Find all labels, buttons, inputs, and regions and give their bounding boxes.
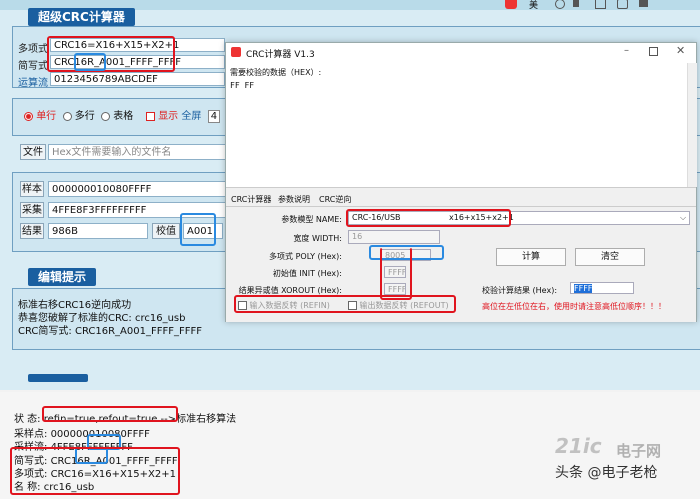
sample-button[interactable]: 样本 — [20, 181, 44, 197]
sample-field[interactable]: 000000010080FFFF — [48, 181, 226, 197]
fullscreen-label[interactable]: 全屏 — [181, 111, 201, 122]
skin-icon[interactable] — [617, 0, 628, 9]
grid-icon[interactable] — [639, 0, 648, 7]
crc-calculator-window: CRC计算器 V1.3 – ✕ 需要校验的数据（HEX）: FF FF CRC计… — [225, 42, 697, 322]
tab-calculator[interactable]: CRC计算器 — [231, 194, 271, 205]
input-scrollbar[interactable] — [687, 63, 697, 187]
close-icon[interactable]: ✕ — [676, 44, 685, 57]
radio-single[interactable] — [24, 111, 33, 121]
model-label: 参数模型 NAME: — [281, 215, 342, 224]
width-value: 16 — [352, 232, 363, 241]
window-app-icon — [231, 47, 241, 57]
output-area: 状 态: refin=true,refout=true -->标准右移算法 采样… — [0, 392, 700, 499]
stream-label: 运算流 — [18, 78, 48, 89]
mode-radios: 单行 多行 表格 显示 全屏 4 — [24, 107, 221, 123]
section-title-hint: 编辑提示 — [28, 268, 97, 286]
init-label: 初始值 INIT (Hex): — [272, 269, 342, 278]
status-key: 状 态: — [14, 414, 41, 425]
hint-line-3: CRC简写式: CRC16R_A001_FFFF_FFFF — [18, 326, 202, 337]
radio-table[interactable] — [101, 111, 111, 121]
clear-button[interactable]: 清空 — [575, 248, 645, 266]
chevron-down-icon: ⌵ — [680, 213, 687, 222]
result-hex-value: FFFF — [574, 284, 593, 293]
tray-label: 美 — [529, 1, 539, 11]
watermark-text: 头条 @电子老枪 — [555, 465, 658, 481]
result-button[interactable]: 结果 — [20, 223, 44, 239]
highlight-poly-box — [47, 36, 175, 72]
keyboard-icon[interactable] — [595, 0, 606, 9]
radio-multi[interactable] — [62, 111, 72, 121]
app-logo-icon — [505, 0, 517, 9]
collect-button[interactable]: 采集 — [20, 202, 44, 218]
highlight-output-box — [10, 447, 180, 495]
mode-multi-label: 多行 — [74, 111, 95, 122]
poly-hex-label: 多项式 POLY (Hex): — [269, 252, 342, 261]
highlight-init-xor-box — [380, 247, 412, 300]
bit-order-warning: 高位在左低位在右，使用时请注意高低位顺序！！！ — [482, 302, 666, 311]
file-button[interactable]: 文件 — [20, 144, 46, 160]
bg-bottom-strip — [0, 372, 700, 390]
window-titlebar[interactable]: CRC计算器 V1.3 – ✕ — [226, 43, 696, 63]
minimize-icon[interactable]: – — [624, 45, 629, 56]
width-select[interactable]: 16 — [348, 230, 440, 244]
maximize-icon[interactable] — [649, 47, 658, 56]
calculator-panel: CRC计算器 参数说明 CRC逆向 参数模型 NAME: CRC-16/USB … — [226, 187, 696, 322]
result-hex-label: 校验计算结果 (Hex): — [482, 286, 558, 295]
input-data-label: 需要校验的数据（HEX）: — [230, 68, 322, 77]
calculate-button[interactable]: 计算 — [496, 248, 566, 266]
short-form-label: 简写式 — [18, 61, 48, 72]
window-title: CRC计算器 V1.3 — [246, 50, 315, 60]
tray-icons: 美 — [505, 0, 700, 11]
result-field[interactable]: 986B — [48, 223, 148, 239]
tab-reverse[interactable]: CRC逆向 — [319, 194, 351, 205]
extra-box[interactable]: 4 — [207, 110, 221, 123]
show-label: 显示 — [158, 111, 179, 122]
poly-label: 多项式 — [18, 44, 48, 55]
mode-single-label: 单行 — [36, 111, 57, 122]
highlight-short-form-box — [74, 53, 106, 71]
highlight-model-box — [346, 209, 511, 227]
highlight-check-box — [180, 213, 216, 246]
watermark-logo: 21ic — [555, 434, 602, 458]
mic-icon[interactable] — [573, 0, 579, 7]
input-data-text[interactable]: FF FF — [230, 81, 254, 90]
file-field[interactable]: Hex文件需要输入的文件名 — [48, 144, 226, 160]
result-hex-field[interactable]: FFFF — [570, 282, 634, 294]
section-title-calculator: 超级CRC计算器 — [28, 8, 135, 26]
mode-table-label: 表格 — [113, 111, 134, 122]
watermark-logo-2: 电子网 — [616, 442, 662, 460]
tab-divider — [226, 206, 696, 207]
check-value-button[interactable]: 校值 — [152, 223, 180, 239]
emoji-icon[interactable] — [555, 0, 565, 9]
highlight-ref-box — [234, 295, 456, 313]
width-label: 宽度 WIDTH: — [293, 234, 342, 243]
section-title-partial — [28, 374, 88, 382]
highlight-status-box — [42, 406, 178, 422]
show-checkbox[interactable] — [146, 111, 155, 121]
tab-params[interactable]: 参数说明 — [278, 194, 310, 205]
stream-field[interactable]: 0123456789ABCDEF — [50, 72, 225, 86]
